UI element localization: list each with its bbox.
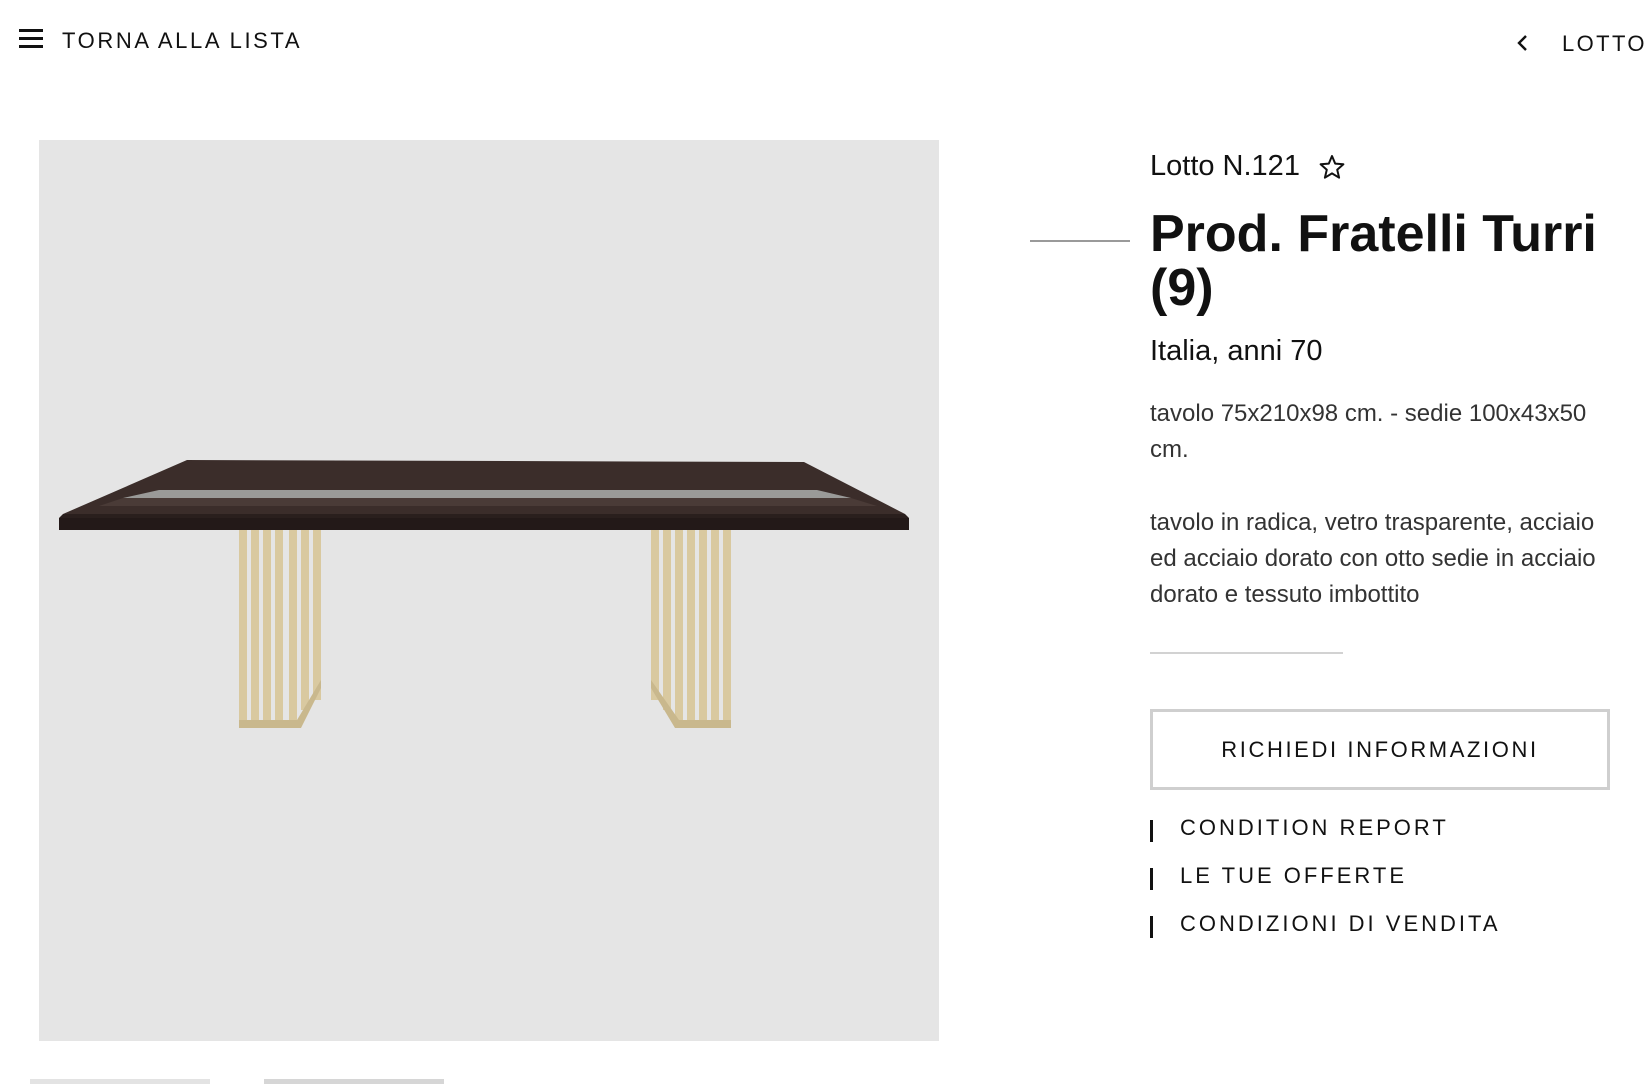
chevron-left-icon[interactable]: [1513, 31, 1533, 55]
lot-image[interactable]: [39, 140, 939, 1041]
your-bids-link[interactable]: LE TUE OFFERTE: [1150, 860, 1630, 908]
thumbnail[interactable]: [30, 1079, 210, 1084]
title-accent-line: [1030, 240, 1130, 242]
request-info-button[interactable]: RICHIEDI INFORMAZIONI: [1150, 709, 1610, 790]
link-label: CONDIZIONI DI VENDITA: [1180, 911, 1501, 936]
lot-number: Lotto N.121: [1150, 150, 1300, 182]
star-outline-icon[interactable]: [1318, 153, 1346, 181]
left-leg: [239, 530, 321, 728]
lot-description: tavolo in radica, vetro trasparente, acc…: [1150, 509, 1596, 608]
link-label: CONDITION REPORT: [1180, 815, 1449, 840]
hamburger-menu-icon[interactable]: [19, 29, 43, 48]
lot-number-row: Lotto N.121: [1150, 150, 1346, 186]
lot-subtitle: Italia, anni 70: [1150, 335, 1323, 367]
sale-conditions-link[interactable]: CONDIZIONI DI VENDITA: [1150, 908, 1630, 956]
link-label: LE TUE OFFERTE: [1180, 863, 1408, 888]
condition-report-link[interactable]: CONDITION REPORT: [1150, 812, 1630, 860]
thumbnail-strip: [0, 1079, 1647, 1084]
link-marker: [1150, 916, 1153, 938]
lot-links: CONDITION REPORT LE TUE OFFERTE CONDIZIO…: [1150, 812, 1630, 956]
top-bar: TORNA ALLA LISTA LOTTO: [0, 0, 1647, 84]
table-illustration: [59, 460, 909, 728]
thumbnail[interactable]: [264, 1079, 444, 1084]
lot-title: Prod. Fratelli Turri (9): [1150, 205, 1597, 317]
divider: [1150, 652, 1343, 654]
lot-dimensions: tavolo 75x210x98 cm. - sedie 100x43x50 c…: [1150, 400, 1587, 463]
right-leg: [651, 530, 731, 728]
link-marker: [1150, 868, 1153, 890]
link-marker: [1150, 820, 1153, 842]
back-to-list-link[interactable]: TORNA ALLA LISTA: [62, 28, 302, 54]
lot-nav-label[interactable]: LOTTO: [1562, 31, 1647, 57]
